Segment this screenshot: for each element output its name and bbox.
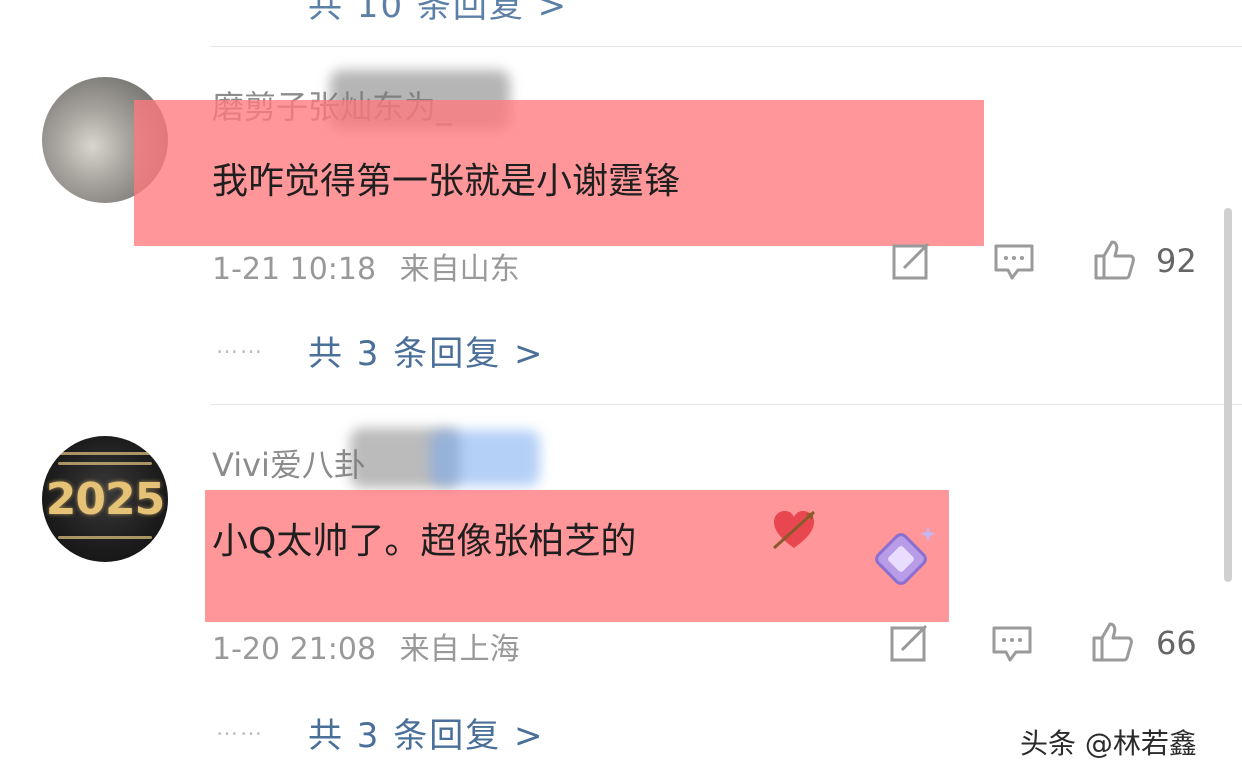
username-blur <box>430 430 540 486</box>
divider <box>210 404 1242 405</box>
avatar-year: 2025 <box>45 474 165 525</box>
comment-meta: 1-20 21:08 来自上海 <box>212 624 520 668</box>
comment-text: 小Q太帅了。超像张柏芝的 <box>212 521 637 562</box>
reply-dots: …… <box>216 334 264 359</box>
previous-reply-link[interactable]: 共 10 条回复 > <box>308 0 568 27</box>
comment-icon[interactable] <box>990 622 1034 666</box>
comment-icon[interactable] <box>992 240 1036 284</box>
comment-location: 来自山东 <box>399 252 520 287</box>
watermark: 头条 @林若鑫 <box>1020 727 1197 760</box>
scrollbar[interactable] <box>1224 208 1232 582</box>
avatar-decoration <box>58 462 152 465</box>
comment-meta: 1-21 10:18 来自山东 <box>212 244 520 288</box>
avatar-decoration <box>58 452 152 455</box>
heart-arrow-emoji <box>772 510 816 550</box>
avatar-decoration <box>58 536 152 539</box>
comment-time: 1-21 10:18 <box>212 252 377 287</box>
like-icon[interactable] <box>1090 620 1134 664</box>
reply-dots: …… <box>216 716 264 741</box>
view-replies-link[interactable]: 共 3 条回复 > <box>308 708 545 757</box>
like-icon[interactable] <box>1092 238 1136 282</box>
like-count: 92 <box>1156 242 1197 280</box>
comment-text: 我咋觉得第一张就是小谢霆锋 <box>212 161 681 202</box>
comment-location: 来自上海 <box>399 632 520 667</box>
repost-icon[interactable] <box>888 622 932 666</box>
diamond-badge-icon <box>875 526 936 585</box>
divider <box>210 46 1242 47</box>
repost-icon[interactable] <box>890 240 934 284</box>
comment-username[interactable]: Vivi爱八卦 <box>212 440 366 486</box>
view-replies-link[interactable]: 共 3 条回复 > <box>308 326 545 375</box>
comment-time: 1-20 21:08 <box>212 632 377 667</box>
like-count: 66 <box>1156 624 1197 662</box>
avatar[interactable]: 2025 <box>42 436 168 562</box>
